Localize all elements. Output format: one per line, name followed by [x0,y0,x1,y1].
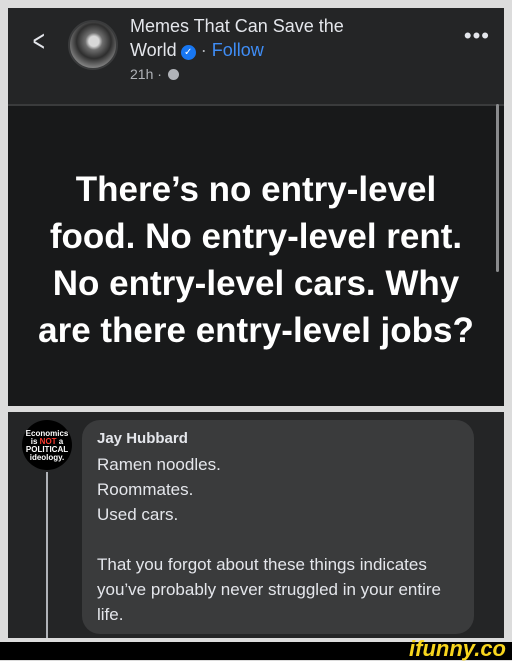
comment-author[interactable]: Jay Hubbard [97,430,188,448]
divider [8,104,504,106]
avatar-text-line4: ideology. [29,453,65,462]
follow-button[interactable]: Follow [212,40,264,60]
scrollbar[interactable] [496,104,499,272]
verified-badge-icon: ✓ [180,45,196,60]
globe-icon [167,69,179,80]
post-time: 21h · [130,66,179,82]
back-arrow-icon[interactable]: < [33,27,45,57]
more-options-icon[interactable]: ••• [464,25,490,47]
author-name-continued[interactable]: World [130,40,177,60]
watermark-logo: ifunny.co [409,636,506,661]
timestamp[interactable]: 21h · [130,66,162,82]
comment-text: Ramen noodles. Roommates. Used cars. Tha… [97,455,441,624]
page-avatar[interactable] [68,20,118,70]
thread-line [46,472,48,638]
author-name[interactable]: Memes That Can Save the [130,16,344,36]
commenter-avatar[interactable]: Economics is NOT a POLITICAL ideology. [22,420,72,470]
post-header: Memes That Can Save the World ✓ · Follow [130,14,430,62]
separator: · [200,40,207,60]
post-headline: There’s no entry-level food. No entry-le… [38,170,474,350]
